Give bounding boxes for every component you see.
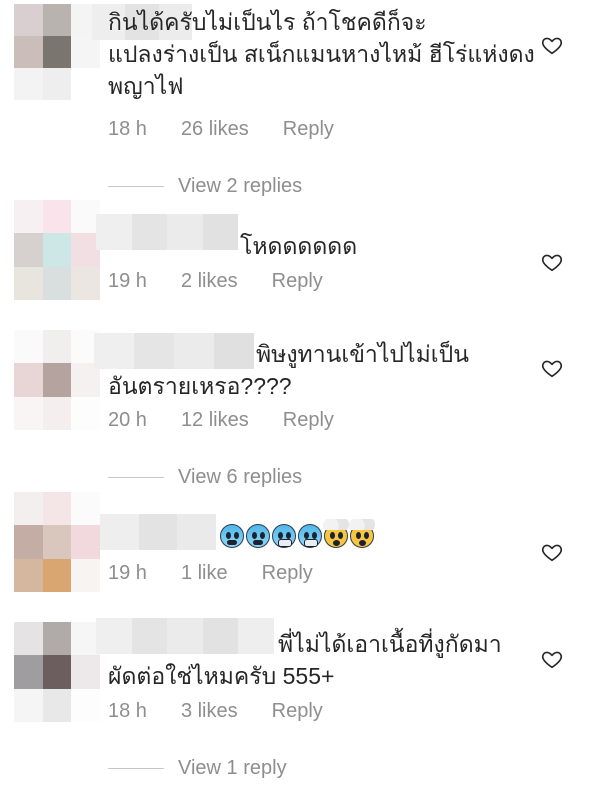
divider-line [108, 768, 164, 769]
comment-meta: 18 h 3 likes Reply [108, 700, 357, 723]
heart-outline-icon[interactable] [541, 251, 563, 273]
comment-meta: 19 h 1 like Reply [108, 562, 347, 585]
heart-outline-icon[interactable] [541, 541, 563, 563]
view-replies-button[interactable]: View 2 replies [108, 175, 302, 198]
comment-meta: 18 h 26 likes Reply [108, 118, 368, 141]
view-replies-button[interactable]: View 1 reply [108, 757, 287, 780]
timestamp: 20 h [108, 409, 147, 431]
anxious-face-icon [220, 524, 244, 548]
heart-outline-icon[interactable] [541, 34, 563, 56]
heart-outline-icon[interactable] [541, 648, 563, 670]
view-replies-button[interactable]: View 6 replies [108, 466, 302, 489]
view-replies-label[interactable]: View 1 reply [178, 757, 287, 780]
reply-button[interactable]: Reply [283, 409, 334, 432]
timestamp: 19 h [108, 562, 147, 584]
timestamp: 19 h [108, 270, 147, 292]
view-replies-label[interactable]: View 6 replies [178, 466, 302, 489]
divider-line [108, 186, 164, 187]
likes-count[interactable]: 12 likes [181, 409, 249, 432]
cold-face-icon [272, 524, 296, 548]
heart-outline-icon[interactable] [541, 357, 563, 379]
view-replies-label[interactable]: View 2 replies [178, 175, 302, 198]
exploding-head-icon [323, 519, 349, 548]
timestamp: 18 h [108, 118, 147, 140]
exploding-head-icon [349, 519, 375, 548]
likes-count[interactable]: 2 likes [181, 270, 238, 293]
avatar[interactable] [14, 492, 100, 592]
reply-button[interactable]: Reply [262, 562, 313, 585]
anxious-face-icon [246, 524, 270, 548]
reply-button[interactable]: Reply [272, 270, 323, 293]
avatar[interactable] [14, 200, 100, 300]
comment-meta: 19 h 2 likes Reply [108, 270, 357, 293]
username-blurred[interactable] [100, 514, 217, 550]
comment-text: กินได้ครับไม่เป็นไร ถ้าโชคดีก็จะ แปลงร่า… [108, 9, 535, 99]
avatar[interactable] [14, 4, 100, 100]
avatar[interactable] [14, 622, 100, 722]
comment-text: พี่ไม่ได้เอาเนื้อที่งูกัดมา ผัดต่อใช่ไหม… [108, 631, 502, 689]
reply-button[interactable]: Reply [283, 118, 334, 141]
likes-count[interactable]: 26 likes [181, 118, 249, 141]
likes-count[interactable]: 3 likes [181, 700, 238, 723]
avatar[interactable] [14, 330, 100, 430]
timestamp: 18 h [108, 700, 147, 722]
cold-face-icon [298, 524, 322, 548]
divider-line [108, 477, 164, 478]
comment-text: พิษงูทานเข้าไปไม่เป็น อันตรายเหรอ???? [108, 341, 469, 399]
reply-button[interactable]: Reply [272, 700, 323, 723]
likes-count[interactable]: 1 like [181, 562, 228, 585]
comment-meta: 20 h 12 likes Reply [108, 409, 368, 432]
username-blurred[interactable] [96, 214, 238, 250]
comment-emojis [220, 519, 375, 548]
